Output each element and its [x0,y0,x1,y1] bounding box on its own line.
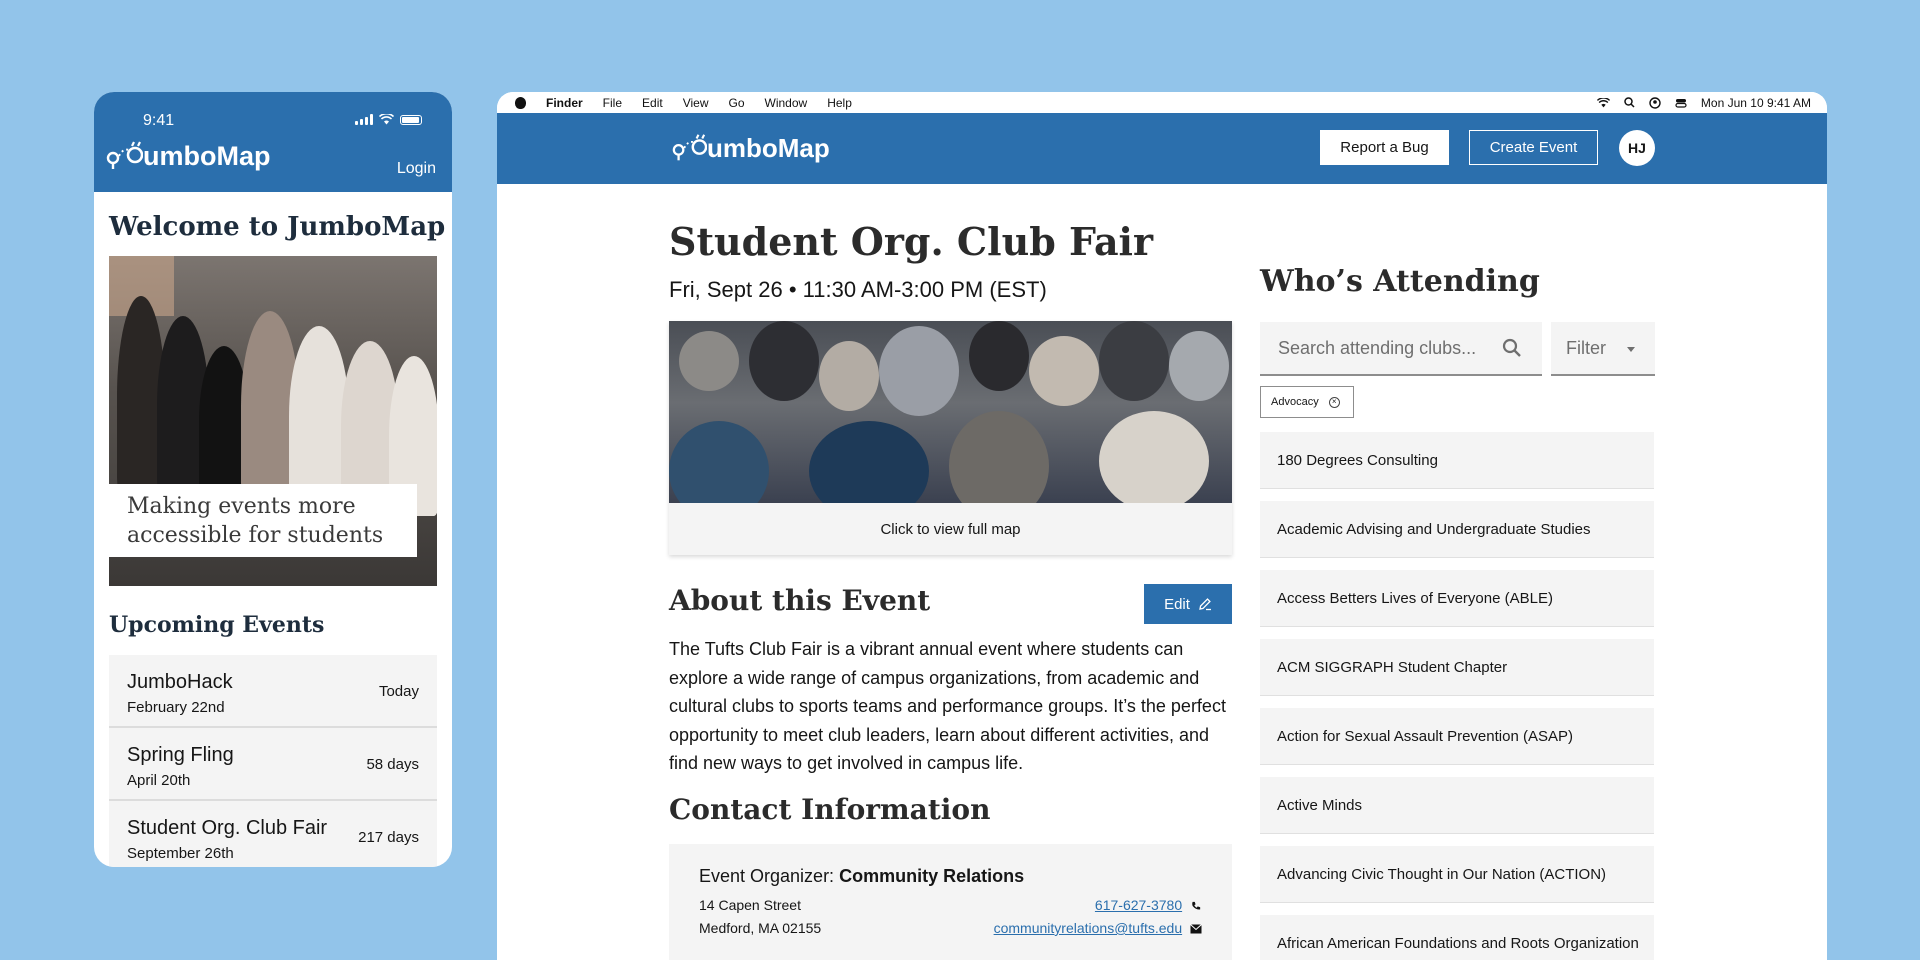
battery-icon [400,114,422,125]
about-heading: About this Event [669,584,931,617]
event-countdown: 217 days [358,829,419,846]
phone-link[interactable]: 617-627-3780 [1095,897,1182,913]
event-item-club-fair[interactable]: Student Org. Club Fair September 26th 21… [109,801,437,867]
filter-tag: Advocacy × [1260,386,1354,418]
event-name: JumboHack [127,671,233,693]
club-item[interactable]: Academic Advising and Undergraduate Stud… [1260,501,1654,558]
event-datetime: Fri, Sept 26 • 11:30 AM-3:00 PM (EST) [669,277,1047,302]
edit-label: Edit [1164,595,1190,613]
event-item-jumbohack[interactable]: JumboHack February 22nd Today [109,655,437,728]
event-countdown: Today [378,683,419,700]
welcome-heading: Welcome to JumboMap [109,212,446,242]
event-date: April 20th [127,772,191,789]
event-map-card[interactable]: Click to view full map [669,321,1232,555]
about-description: The Tufts Club Fair is a vibrant annual … [669,639,1226,773]
organizer-label: Event Organizer: [699,866,835,886]
logo-pin-icon [672,134,707,161]
chevron-down-icon [1627,347,1635,352]
contact-heading: Contact Information [669,793,991,826]
user-icon[interactable] [1649,96,1661,109]
mobile-logo[interactable]: umboMap [105,136,271,176]
mobile-logo-text: umboMap [143,140,271,171]
club-item[interactable]: 180 Degrees Consulting [1260,432,1654,489]
status-time: 9:41 [143,112,175,129]
attending-heading: Who’s Attending [1260,264,1540,299]
event-title: Student Org. Club Fair [669,219,1154,264]
club-item[interactable]: African American Foundations and Roots O… [1260,915,1654,960]
menu-edit[interactable]: Edit [642,96,663,110]
attending-clubs-list: 180 Degrees Consulting Academic Advising… [1260,432,1654,960]
search-icon[interactable] [1502,338,1522,358]
control-center-icon[interactable] [1675,97,1687,109]
desktop-app-preview: Finder File Edit View Go Window Help Mon… [497,92,1827,960]
edit-button[interactable]: Edit [1144,584,1232,624]
spotlight-search-icon[interactable] [1624,97,1635,108]
phone-icon [1192,902,1201,910]
pencil-icon [1199,598,1211,611]
mobile-app-preview: 9:41 umboMap Login Welcome to JumboMap M… [94,92,452,867]
menu-view[interactable]: View [683,96,709,110]
apple-icon[interactable] [515,96,526,109]
upcoming-events-list: JumboHack February 22nd Today Spring Fli… [109,655,437,867]
club-item[interactable]: ACM SIGGRAPH Student Chapter [1260,639,1654,696]
filter-tag-label: Advocacy [1271,396,1319,408]
menu-finder[interactable]: Finder [546,96,583,110]
event-date: February 22nd [127,699,225,716]
contact-card: Event Organizer: Community Relations 14 … [669,844,1232,960]
address-line-2: Medford, MA 02155 [699,920,822,936]
app-logo-text: umboMap [707,132,830,163]
contact-row: Medford, MA 02155 communityrelations@tuf… [699,920,1202,936]
create-event-button[interactable]: Create Event [1469,130,1598,165]
wifi-icon[interactable] [1596,97,1610,108]
menu-help[interactable]: Help [827,96,852,110]
login-link[interactable]: Login [397,160,436,178]
menubar-datetime: Mon Jun 10 9:41 AM [1700,95,1811,110]
club-item[interactable]: Action for Sexual Assault Prevention (AS… [1260,708,1654,765]
menu-file[interactable]: File [603,96,622,110]
hero-image: Making events more accessible for studen… [109,256,437,586]
event-date: September 26th [127,845,234,862]
logo-pin-icon [106,141,143,169]
os-menubar: Finder File Edit View Go Window Help Mon… [497,92,1827,113]
menu-go[interactable]: Go [729,96,745,110]
upcoming-events-heading: Upcoming Events [109,612,325,638]
search-placeholder: Search attending clubs... [1278,337,1477,358]
club-item[interactable]: Advancing Civic Thought in Our Nation (A… [1260,846,1654,903]
report-bug-button[interactable]: Report a Bug [1320,130,1449,165]
avatar[interactable]: HJ [1619,130,1655,166]
map-caption: Click to view full map [880,520,1021,538]
event-countdown: 58 days [366,756,419,773]
event-photo [669,321,1232,503]
close-circle-icon[interactable]: × [1328,396,1340,408]
filter-label: Filter [1566,337,1606,358]
address-line-1: 14 Capen Street [699,897,801,913]
menubar-status: Mon Jun 10 9:41 AM [1596,92,1811,113]
menu-window[interactable]: Window [765,96,808,110]
event-item-spring-fling[interactable]: Spring Fling April 20th 58 days [109,728,437,801]
email-link[interactable]: communityrelations@tufts.edu [994,920,1183,936]
organizer-line: Event Organizer: Community Relations [699,866,1202,887]
club-item[interactable]: Access Betters Lives of Everyone (ABLE) [1260,570,1654,627]
mobile-header: 9:41 umboMap Login [94,92,452,192]
organizer-name: Community Relations [839,866,1025,886]
app-header: umboMap Report a Bug Create Event HJ [497,113,1827,184]
club-item[interactable]: Active Minds [1260,777,1654,834]
filter-dropdown[interactable]: Filter [1551,322,1655,376]
mail-icon [1190,924,1202,934]
contact-row: 14 Capen Street 617-627-3780 [699,897,1202,913]
club-search-input[interactable]: Search attending clubs... [1260,322,1542,376]
signal-icon [355,114,373,125]
app-logo[interactable]: umboMap [671,129,830,167]
status-icons [355,114,422,125]
hero-caption: Making events more accessible for studen… [109,484,417,557]
wifi-icon [379,114,394,125]
